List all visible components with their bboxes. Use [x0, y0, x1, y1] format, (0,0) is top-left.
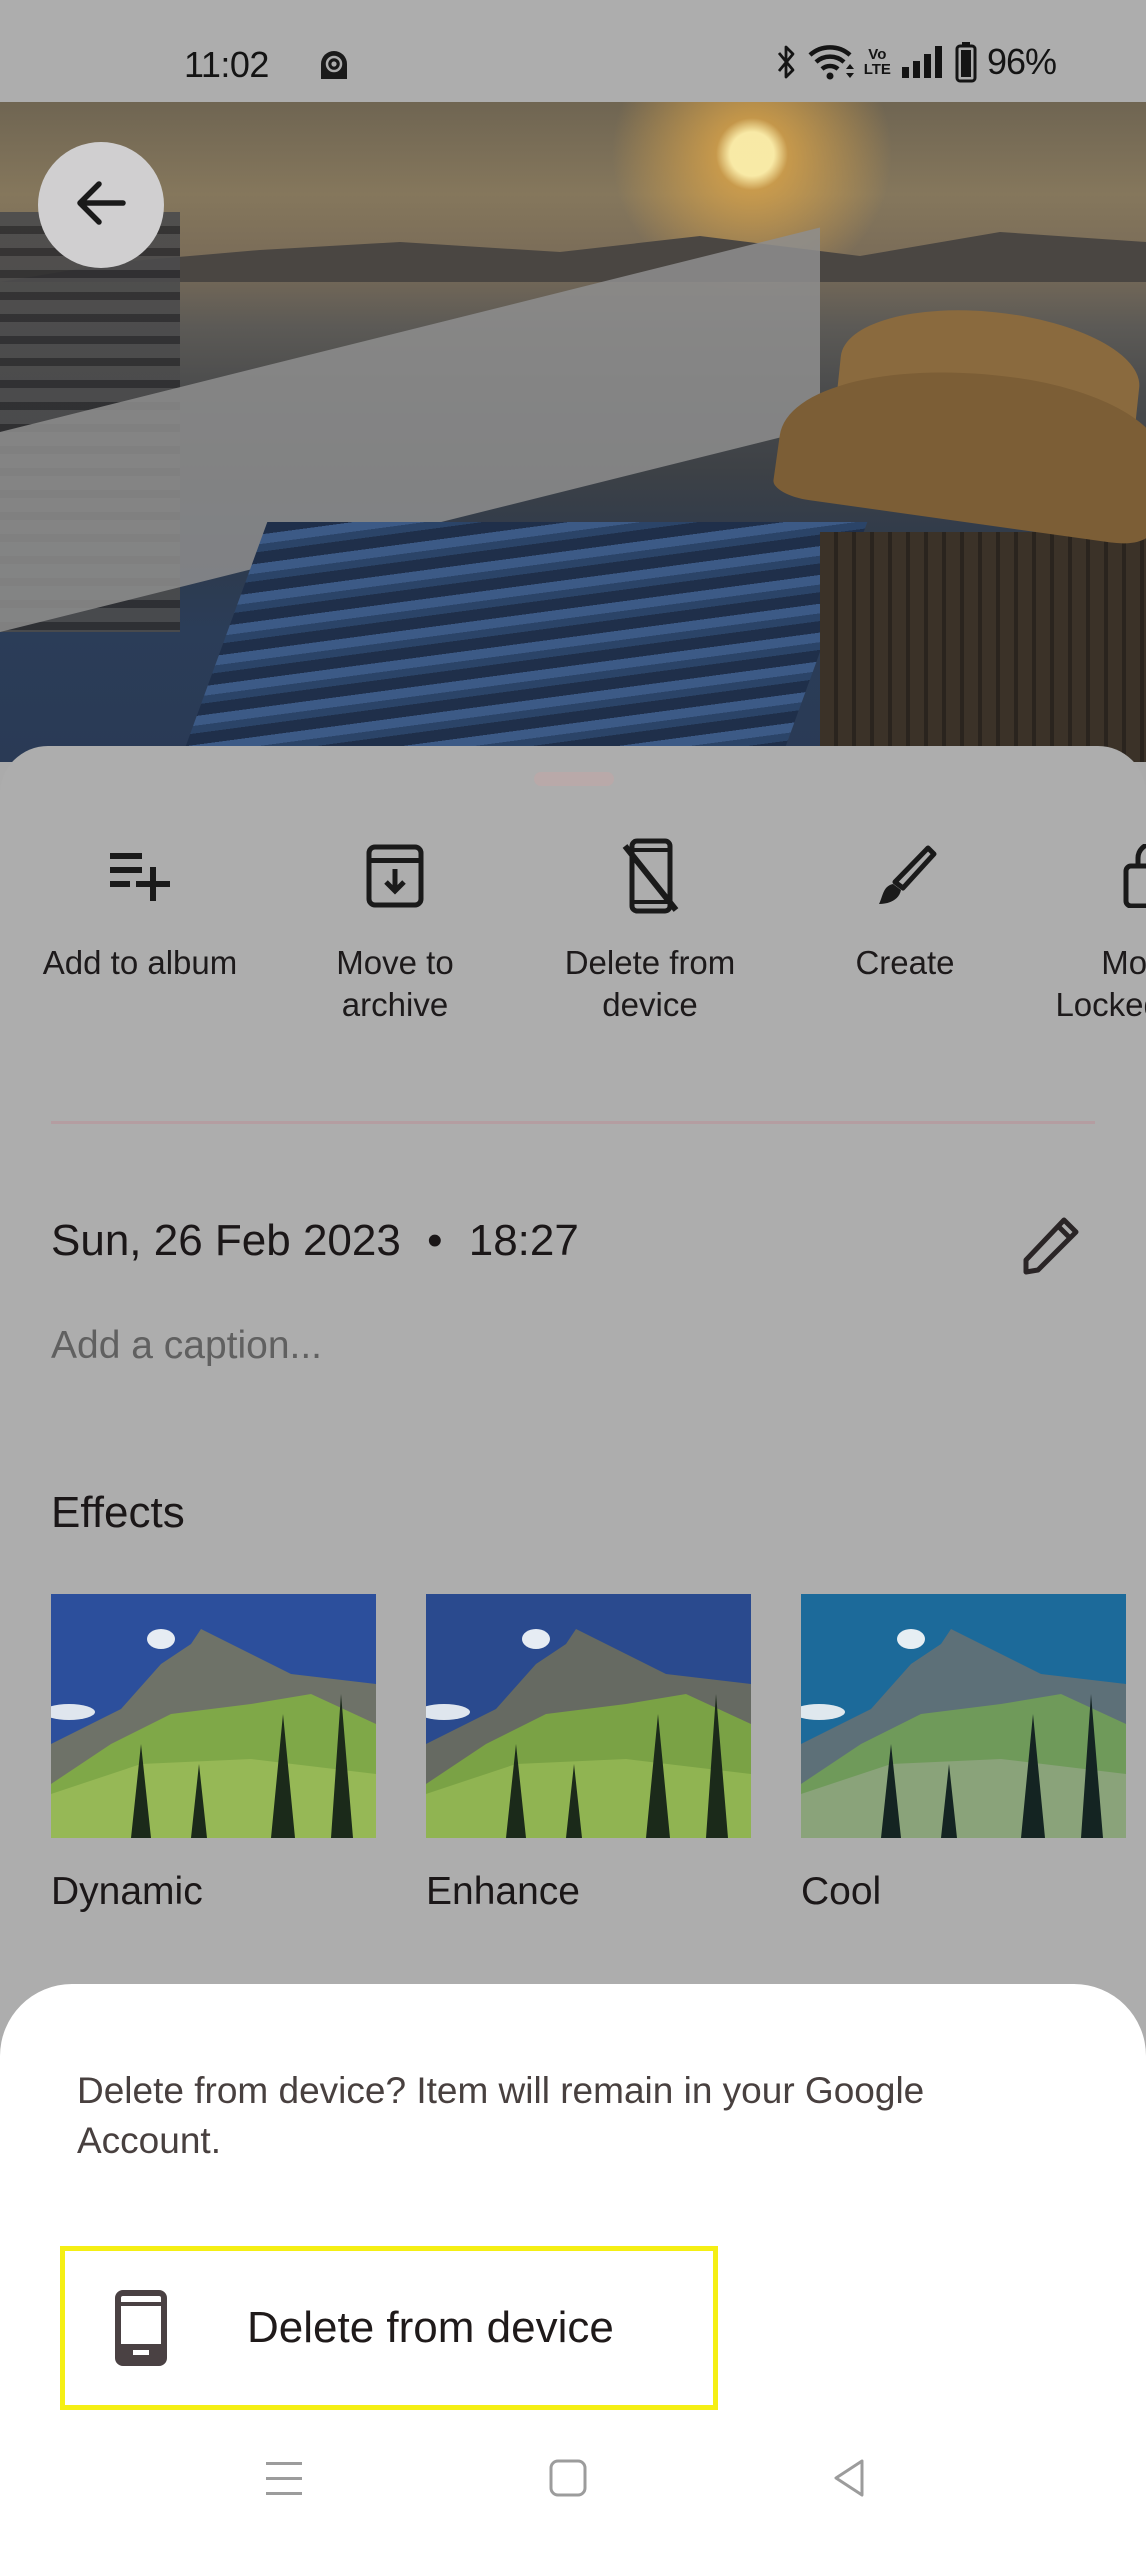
- actions-row: Add to album Move to archive Delete from d…: [0, 836, 1146, 1023]
- bluetooth-icon: [776, 43, 798, 81]
- pencil-icon: [1020, 1217, 1080, 1280]
- effect-name: Cool: [801, 1870, 882, 1913]
- action-label: Create: [855, 944, 955, 981]
- date-time: Sun, 26 Feb 2023 • 18:27: [51, 1216, 579, 1266]
- brush-icon: [865, 836, 945, 916]
- battery-icon: [955, 41, 977, 83]
- status-bar: 11:02 Vo LTE 96%: [0, 0, 1146, 102]
- photo-time: 18:27: [468, 1216, 579, 1265]
- photo-date: Sun, 26 Feb 2023: [51, 1216, 401, 1265]
- effect-enhance[interactable]: Enhance: [426, 1594, 751, 1914]
- nav-back-button[interactable]: [810, 2440, 890, 2520]
- dialog-message: Delete from device? Item will remain in …: [77, 2070, 925, 2161]
- deck-graphic: [820, 532, 1146, 762]
- home-icon: [548, 2458, 588, 2503]
- effect-name: Enhance: [426, 1870, 580, 1913]
- playlist-add-icon: [100, 836, 180, 916]
- action-move-to-archive[interactable]: Move to archive: [275, 836, 515, 1026]
- back-icon: [830, 2458, 870, 2503]
- back-button[interactable]: [38, 142, 164, 268]
- status-time: 11:02: [184, 44, 269, 85]
- effects-list: Dynamic Enhance Cool: [51, 1594, 1146, 1914]
- signal-icon: [901, 45, 945, 79]
- info-sheet: Add to album Move to archive Delete from d…: [0, 746, 1146, 2046]
- arrow-left-icon: [71, 173, 131, 238]
- effect-cool[interactable]: Cool: [801, 1594, 1126, 1914]
- app-notification-icon: [320, 50, 348, 80]
- effect-name: Dynamic: [51, 1870, 203, 1913]
- volte-icon: Vo LTE: [863, 46, 891, 78]
- effect-dynamic[interactable]: Dynamic: [51, 1594, 376, 1914]
- action-move-to-locked-folder[interactable]: Move toLocked Folder: [1040, 836, 1146, 1026]
- action-delete-from-device[interactable]: Delete from device: [530, 836, 770, 1026]
- divider: [51, 1121, 1095, 1124]
- action-label: Delete from device: [564, 944, 736, 1023]
- battery-percent: 96%: [986, 41, 1057, 82]
- navigation-bar: [0, 2440, 1146, 2540]
- mobile-off-icon: [610, 836, 690, 916]
- effect-thumbnail: [51, 1594, 376, 1838]
- lock-icon: [1120, 836, 1146, 916]
- action-create[interactable]: Create: [785, 836, 1025, 984]
- action-label: Move to archive: [336, 944, 454, 1023]
- home-button[interactable]: [528, 2440, 608, 2520]
- photo[interactable]: [0, 102, 1146, 762]
- smartphone-icon: [115, 2290, 167, 2366]
- recents-button[interactable]: [244, 2440, 324, 2520]
- status-icons: Vo LTE 96%: [776, 40, 1057, 84]
- wifi-icon: [808, 43, 854, 81]
- recents-icon: [264, 2458, 304, 2503]
- action-add-to-album[interactable]: Add to album: [20, 836, 260, 984]
- effect-thumbnail: [801, 1594, 1126, 1838]
- effects-title: Effects: [51, 1488, 185, 1537]
- archive-icon: [355, 836, 435, 916]
- action-label: Add to album: [42, 944, 238, 981]
- pool-graphic: [172, 522, 868, 762]
- delete-from-device-button[interactable]: Delete from device: [60, 2246, 718, 2410]
- effect-thumbnail: [426, 1594, 751, 1838]
- separator-dot: •: [427, 1216, 443, 1265]
- action-label: Move toLocked Folder: [1055, 944, 1146, 1023]
- edit-date-button[interactable]: [1020, 1216, 1080, 1276]
- drag-handle[interactable]: [534, 772, 614, 786]
- caption-input[interactable]: Add a caption...: [51, 1324, 322, 1368]
- option-label: Delete from device: [247, 2303, 614, 2352]
